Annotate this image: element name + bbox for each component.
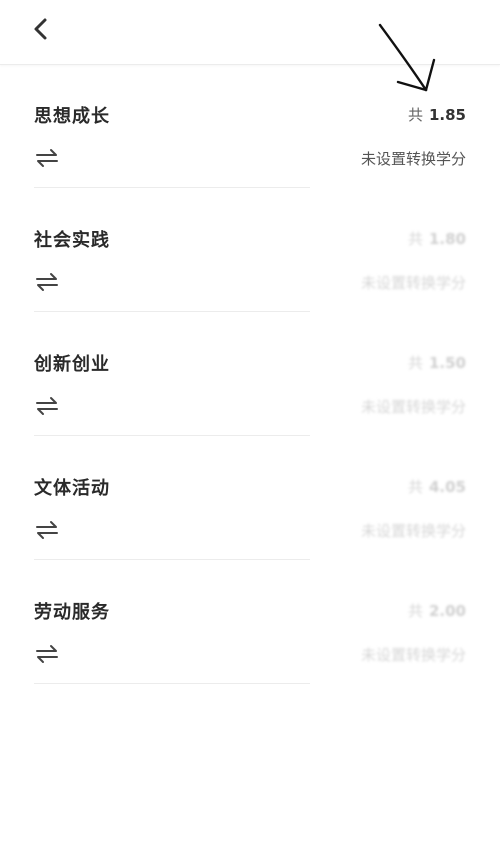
total-value: 1.85 [428, 106, 466, 124]
divider [34, 683, 310, 684]
total-prefix: 共 [407, 478, 423, 496]
swap-arrows-icon [36, 149, 58, 167]
category-total: 共 4.05 [408, 476, 466, 497]
convert-credit-setting[interactable]: 未设置转换学分 [361, 396, 466, 417]
category-total: 共 2.00 [408, 600, 466, 621]
category-total: 共 1.80 [408, 228, 466, 249]
category-total: 共 1.50 [408, 352, 466, 373]
swap-arrows-icon [36, 273, 58, 291]
total-value: 2.00 [428, 602, 466, 620]
convert-credit-setting[interactable]: 未设置转换学分 [361, 272, 466, 293]
swap-arrows-icon [36, 521, 58, 539]
convert-credit-setting[interactable]: 未设置转换学分 [361, 148, 466, 169]
category-title: 创新创业 [34, 354, 110, 375]
total-value: 1.80 [428, 230, 466, 248]
swap-arrows-icon [36, 645, 58, 663]
category-item-laodong: 劳动服务 共 2.00 未设置转换学分 [0, 560, 500, 684]
category-item-sixiang: 思想成长 共 1.85 未设置转换学分 [0, 64, 500, 188]
swap-arrows-icon [36, 397, 58, 415]
category-title: 社会实践 [34, 230, 110, 251]
chevron-left-icon [34, 18, 47, 40]
credit-category-list: 思想成长 共 1.85 未设置转换学分 社会实践 共 1.80 未设置转换学分 创新… [0, 64, 500, 684]
category-title: 文体活动 [34, 478, 110, 499]
total-value: 4.05 [428, 478, 466, 496]
category-title: 劳动服务 [34, 602, 110, 623]
category-total: 共 1.85 [408, 104, 466, 125]
category-item-chuangxin: 创新创业 共 1.50 未设置转换学分 [0, 312, 500, 436]
total-prefix: 共 [407, 106, 423, 124]
total-prefix: 共 [407, 230, 423, 248]
back-button[interactable] [24, 12, 58, 46]
convert-credit-setting[interactable]: 未设置转换学分 [361, 520, 466, 541]
convert-credit-setting[interactable]: 未设置转换学分 [361, 644, 466, 665]
category-item-shehui: 社会实践 共 1.80 未设置转换学分 [0, 188, 500, 312]
category-title: 思想成长 [34, 106, 110, 127]
total-value: 1.50 [428, 354, 466, 372]
category-item-wenti: 文体活动 共 4.05 未设置转换学分 [0, 436, 500, 560]
total-prefix: 共 [407, 354, 423, 372]
total-prefix: 共 [407, 602, 423, 620]
